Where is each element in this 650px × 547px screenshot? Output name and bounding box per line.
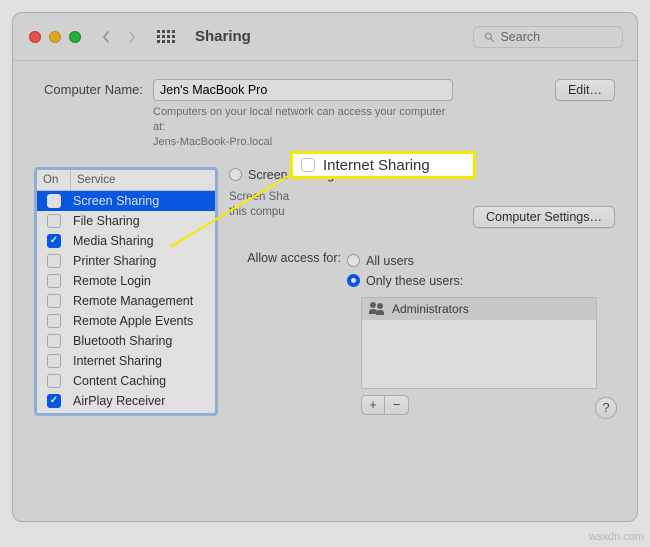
callout-label: Internet Sharing xyxy=(323,157,430,174)
group-icon xyxy=(368,302,386,316)
service-checkbox[interactable] xyxy=(47,214,61,228)
service-row[interactable]: Screen Sharing xyxy=(37,191,215,211)
service-row[interactable]: Printer Sharing xyxy=(37,251,215,271)
window-controls xyxy=(29,31,81,43)
service-row[interactable]: Content Caching xyxy=(37,371,215,391)
services-header: On Service xyxy=(37,170,215,191)
service-label: Bluetooth Sharing xyxy=(71,334,172,348)
service-row[interactable]: Remote Apple Events xyxy=(37,311,215,331)
service-row[interactable]: Internet Sharing xyxy=(37,351,215,371)
service-checkbox[interactable] xyxy=(47,194,61,208)
service-row[interactable]: Media Sharing xyxy=(37,231,215,251)
service-checkbox[interactable] xyxy=(47,274,61,288)
computer-name-input[interactable] xyxy=(153,79,453,101)
service-checkbox[interactable] xyxy=(47,374,61,388)
service-checkbox[interactable] xyxy=(47,334,61,348)
callout-checkbox-icon xyxy=(301,158,315,172)
col-on[interactable]: On xyxy=(37,170,71,190)
help-button[interactable]: ? xyxy=(595,397,617,419)
computer-name-desc: Computers on your local network can acce… xyxy=(153,105,453,150)
search-field[interactable] xyxy=(473,26,623,48)
service-label: Remote Management xyxy=(71,294,193,308)
nav-buttons xyxy=(101,30,137,44)
allow-access-label: Allow access for: xyxy=(229,251,341,265)
add-remove-controls: + − xyxy=(361,395,615,415)
computer-name-label: Computer Name: xyxy=(35,79,143,97)
computer-settings-button[interactable]: Computer Settings… xyxy=(473,206,615,228)
back-button[interactable] xyxy=(101,30,111,44)
users-list[interactable]: Administrators xyxy=(361,297,597,389)
toolbar: Sharing xyxy=(13,13,637,61)
all-users-label: All users xyxy=(366,254,414,268)
status-indicator-icon xyxy=(229,168,242,181)
zoom-window-button[interactable] xyxy=(69,31,81,43)
users-list-row[interactable]: Administrators xyxy=(362,298,596,320)
preferences-window: Sharing Computer Name: Computers on your… xyxy=(12,12,638,522)
pane-title: Sharing xyxy=(195,28,251,45)
service-label: Remote Login xyxy=(71,274,151,288)
service-checkbox[interactable] xyxy=(47,294,61,308)
service-label: File Sharing xyxy=(71,214,140,228)
search-input[interactable] xyxy=(500,30,612,44)
service-checkbox[interactable] xyxy=(47,254,61,268)
service-checkbox[interactable] xyxy=(47,314,61,328)
service-row[interactable]: Bluetooth Sharing xyxy=(37,331,215,351)
services-list[interactable]: On Service Screen Sharing File Sharing Med… xyxy=(35,168,217,415)
add-user-button[interactable]: + xyxy=(361,395,385,415)
minimize-window-button[interactable] xyxy=(49,31,61,43)
service-label: Internet Sharing xyxy=(71,354,162,368)
service-label: Screen Sharing xyxy=(71,194,159,208)
service-row[interactable]: File Sharing xyxy=(37,211,215,231)
callout-highlight: Internet Sharing xyxy=(290,151,476,179)
content-area: Computer Name: Computers on your local n… xyxy=(13,61,637,433)
show-all-icon[interactable] xyxy=(157,30,175,43)
computer-name-row: Computer Name: Computers on your local n… xyxy=(35,79,615,150)
service-label: Remote Apple Events xyxy=(71,314,193,328)
service-row[interactable]: AirPlay Receiver xyxy=(37,391,215,411)
close-window-button[interactable] xyxy=(29,31,41,43)
service-row[interactable]: Remote Management xyxy=(37,291,215,311)
watermark: wsxdn.com xyxy=(589,531,644,543)
remove-user-button[interactable]: − xyxy=(385,395,409,415)
search-icon xyxy=(484,31,494,43)
service-checkbox[interactable] xyxy=(47,234,61,248)
only-these-radio[interactable] xyxy=(347,274,360,287)
status-desc: Screen Sha this compu xyxy=(229,190,409,221)
all-users-radio[interactable] xyxy=(347,254,360,267)
user-admins: Administrators xyxy=(392,302,469,316)
service-row[interactable]: Remote Login xyxy=(37,271,215,291)
service-checkbox[interactable] xyxy=(47,354,61,368)
service-label: AirPlay Receiver xyxy=(71,394,165,408)
service-label: Printer Sharing xyxy=(71,254,156,268)
forward-button[interactable] xyxy=(127,30,137,44)
edit-button[interactable]: Edit… xyxy=(555,79,615,101)
service-checkbox[interactable] xyxy=(47,394,61,408)
service-label: Content Caching xyxy=(71,374,166,388)
col-service[interactable]: Service xyxy=(71,170,215,190)
service-label: Media Sharing xyxy=(71,234,154,248)
service-detail: Screen Sharing: Off Screen Sha this comp… xyxy=(229,168,615,415)
only-these-label: Only these users: xyxy=(366,274,463,288)
